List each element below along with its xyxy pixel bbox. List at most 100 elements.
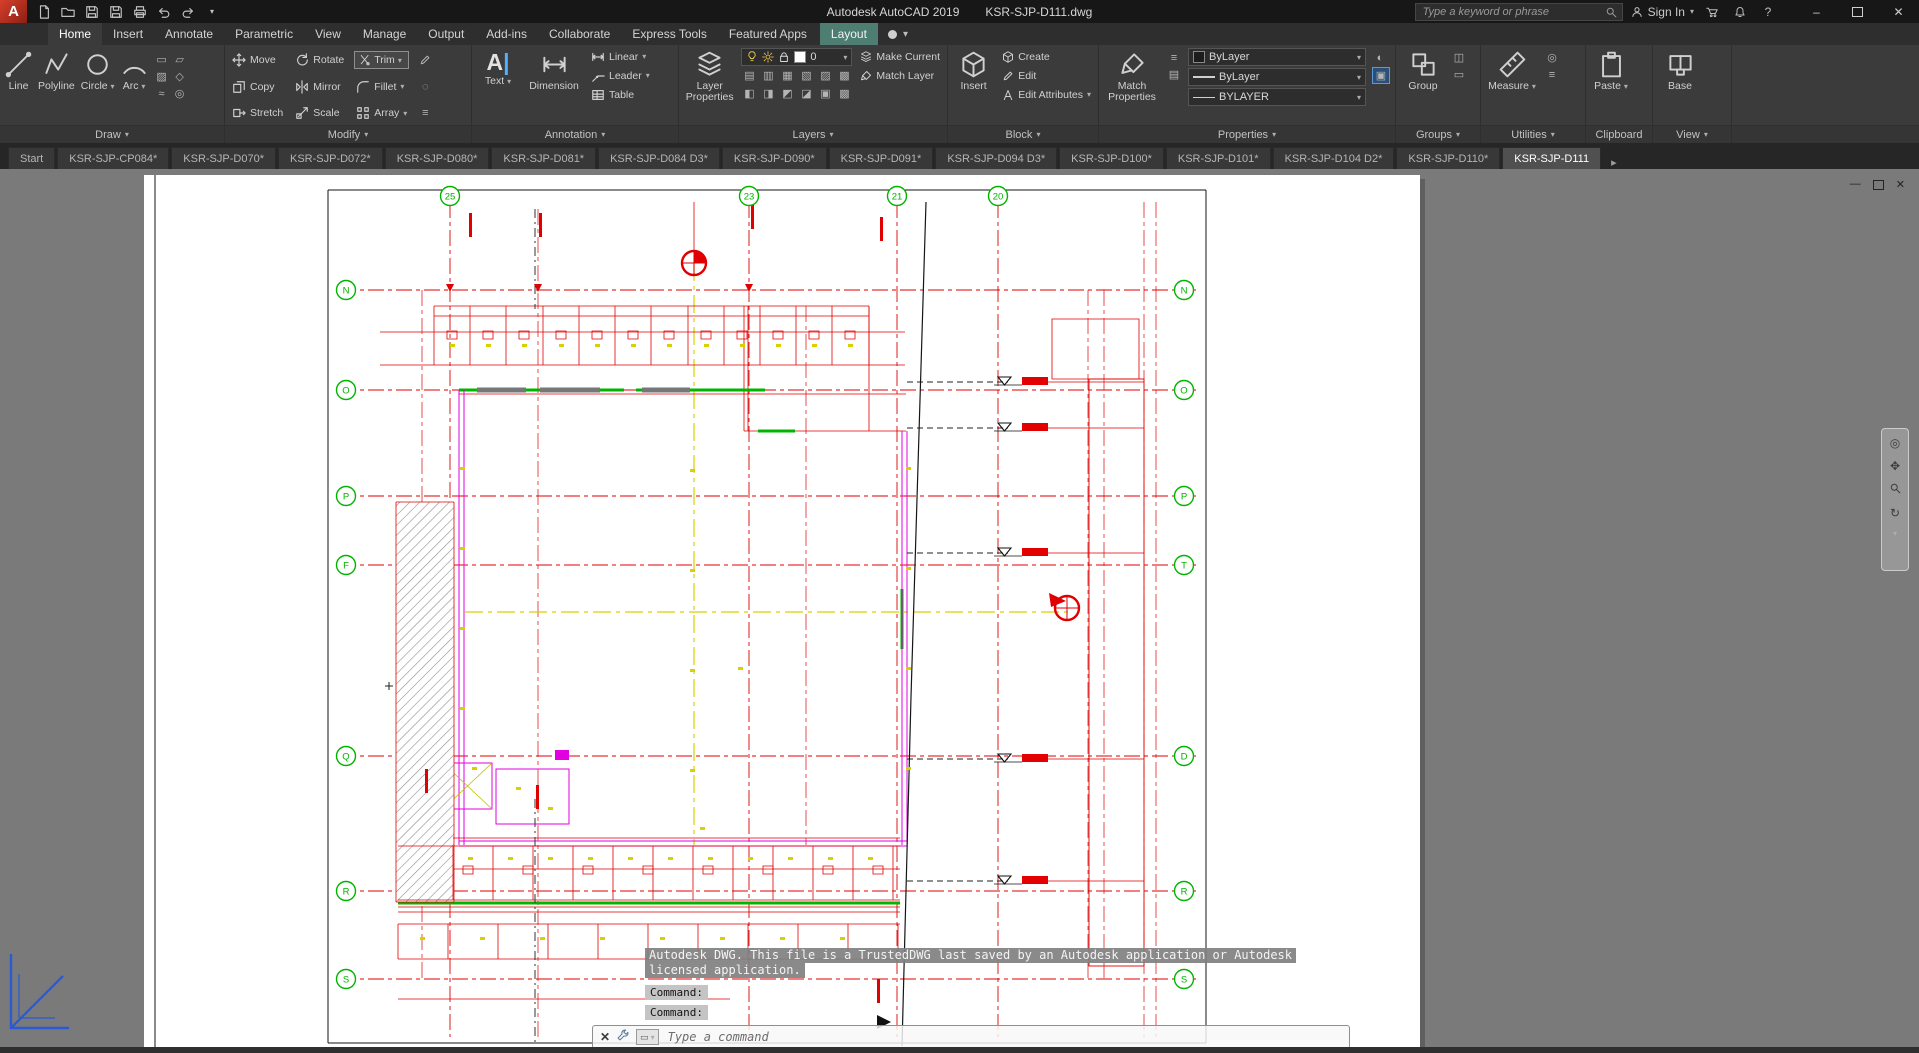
layer-walk-icon[interactable]: ▩ xyxy=(836,68,852,83)
signin-button[interactable]: Sign In ▾ xyxy=(1631,5,1694,19)
layer-thaw-tool-icon[interactable]: ◩ xyxy=(779,86,795,101)
rotate-button[interactable]: Rotate xyxy=(293,52,346,69)
steering-wheel-icon[interactable]: ◎ xyxy=(1890,436,1900,450)
properties-list-icon[interactable]: ≡ xyxy=(1166,50,1182,65)
ellipse-icon[interactable]: ▱ xyxy=(172,52,188,67)
lineweight-dropdown[interactable]: ByLayer▾ xyxy=(1188,68,1366,86)
file-tab[interactable]: KSR-SJP-D090* xyxy=(722,147,827,169)
draw-panel-label[interactable]: Draw▾ xyxy=(0,125,224,143)
layer-on-tool-icon[interactable]: ◧ xyxy=(741,86,757,101)
navigation-bar[interactable]: ◎ ✥ ↻ ▾ xyxy=(1881,428,1909,571)
file-tab-overflow-icon[interactable]: ▸ xyxy=(1607,156,1621,169)
group-edit-icon[interactable]: ▭ xyxy=(1451,67,1467,82)
layer-properties-button[interactable]: Layer Properties xyxy=(684,48,735,125)
signin-dropdown-icon[interactable]: ▾ xyxy=(1690,7,1694,16)
tab-annotate[interactable]: Annotate xyxy=(154,23,224,45)
match-layer-button[interactable]: Match Layer xyxy=(858,67,942,84)
stretch-button[interactable]: Stretch xyxy=(230,105,285,122)
command-line[interactable]: ✕ ▭▾ xyxy=(592,1025,1350,1049)
redo-icon[interactable] xyxy=(177,2,199,22)
open-file-icon[interactable] xyxy=(57,2,79,22)
command-input[interactable] xyxy=(666,1029,1342,1045)
minimize-button[interactable]: – xyxy=(1796,0,1837,23)
layer-unisolate-icon[interactable]: ◨ xyxy=(760,86,776,101)
trim-button[interactable]: Trim▾ xyxy=(354,51,409,69)
paste-button[interactable]: Paste ▾ xyxy=(1591,48,1631,125)
scale-button[interactable]: Scale xyxy=(293,105,346,122)
undo-icon[interactable] xyxy=(153,2,175,22)
tab-insert[interactable]: Insert xyxy=(102,23,154,45)
polyline-button[interactable]: Polyline xyxy=(38,48,75,125)
base-button[interactable]: Base xyxy=(1658,48,1702,125)
file-tab[interactable]: KSR-SJP-D080* xyxy=(385,147,490,169)
orbit-icon[interactable]: ↻ xyxy=(1890,506,1900,520)
notifications-icon[interactable] xyxy=(1730,6,1750,18)
layer-prev-icon[interactable]: ◪ xyxy=(798,86,814,101)
ribbon-options-icon[interactable] xyxy=(888,30,897,39)
ucs-icon[interactable] xyxy=(3,948,73,1039)
erase-icon[interactable] xyxy=(417,53,433,68)
pan-icon[interactable]: ✥ xyxy=(1890,459,1900,473)
file-tab[interactable]: KSR-SJP-D100* xyxy=(1059,147,1164,169)
line-button[interactable]: Line xyxy=(5,48,32,125)
insert-button[interactable]: Insert xyxy=(953,48,994,125)
tab-featured-apps[interactable]: Featured Apps xyxy=(718,23,818,45)
group-button[interactable]: Group xyxy=(1401,48,1445,125)
close-button[interactable]: ✕ xyxy=(1878,0,1919,23)
spline-icon[interactable]: ≈ xyxy=(154,86,170,101)
tab-collaborate[interactable]: Collaborate xyxy=(538,23,621,45)
drawing-close-icon[interactable]: ✕ xyxy=(1896,178,1905,191)
tab-parametric[interactable]: Parametric xyxy=(224,23,304,45)
file-tab[interactable]: KSR-SJP-D081* xyxy=(491,147,596,169)
selected-toggle-icon[interactable]: ▣ xyxy=(1372,67,1390,84)
qat-dropdown-icon[interactable]: ▾ xyxy=(201,2,223,22)
app-store-icon[interactable] xyxy=(1702,6,1722,18)
autocad-logo-icon[interactable]: A xyxy=(0,0,27,23)
file-tab[interactable]: KSR-SJP-D091* xyxy=(829,147,934,169)
ribbon-collapse-icon[interactable]: ▾ xyxy=(903,29,908,40)
file-tab[interactable]: KSR-SJP-D110* xyxy=(1396,147,1500,169)
file-tab[interactable]: KSR-SJP-D072* xyxy=(278,147,383,169)
point-icon[interactable]: ◎ xyxy=(172,86,188,101)
file-tab[interactable]: KSR-SJP-D101* xyxy=(1166,147,1271,169)
layer-freeze-icon[interactable]: ▦ xyxy=(779,68,795,83)
dimension-button[interactable]: Dimension xyxy=(525,48,583,125)
file-tab-start[interactable]: Start xyxy=(8,147,55,169)
tab-home[interactable]: Home xyxy=(48,23,102,45)
clipboard-panel-label[interactable]: Clipboard xyxy=(1586,125,1652,143)
utilities-panel-label[interactable]: Utilities▾ xyxy=(1481,125,1585,143)
layer-state-icon[interactable]: ▣ xyxy=(817,86,833,101)
view-panel-label[interactable]: View▾ xyxy=(1653,125,1731,143)
search-icon[interactable] xyxy=(1605,6,1617,18)
quick-select-icon[interactable]: ◎ xyxy=(1544,50,1560,65)
drawing-minimize-icon[interactable]: — xyxy=(1850,178,1861,191)
create-block-button[interactable]: Create xyxy=(1000,48,1093,65)
fillet-button[interactable]: Fillet▾ xyxy=(354,78,409,95)
file-tab-active[interactable]: KSR-SJP-D111 xyxy=(1502,147,1601,169)
layers-panel-label[interactable]: Layers▾ xyxy=(679,125,947,143)
tab-addins[interactable]: Add-ins xyxy=(475,23,538,45)
hatch-icon[interactable]: ▨ xyxy=(154,69,170,84)
id-point-icon[interactable]: ≡ xyxy=(1544,67,1560,82)
layer-unlock-icon[interactable]: ▨ xyxy=(817,68,833,83)
layer-off-icon[interactable]: ▤ xyxy=(741,68,757,83)
file-tab[interactable]: KSR-SJP-D070* xyxy=(171,147,276,169)
measure-button[interactable]: Measure ▾ xyxy=(1486,48,1538,125)
drawing-restore-icon[interactable] xyxy=(1873,180,1884,190)
tab-express-tools[interactable]: Express Tools xyxy=(621,23,717,45)
block-panel-label[interactable]: Block▾ xyxy=(948,125,1098,143)
plot-icon[interactable] xyxy=(129,2,151,22)
file-tab[interactable]: KSR-SJP-D084 D3* xyxy=(598,147,720,169)
save-as-icon[interactable] xyxy=(105,2,127,22)
tab-layout[interactable]: Layout xyxy=(820,23,878,45)
polygon-icon[interactable]: ◇ xyxy=(172,69,188,84)
layer-dropdown[interactable]: 0 ▾ xyxy=(741,48,852,66)
text-button[interactable]: A| Text ▾ xyxy=(477,48,519,125)
new-file-icon[interactable] xyxy=(33,2,55,22)
layer-isolate-icon[interactable]: ▥ xyxy=(760,68,776,83)
ungroup-icon[interactable]: ◫ xyxy=(1451,50,1467,65)
copy-button[interactable]: Copy xyxy=(230,78,285,95)
command-close-icon[interactable]: ✕ xyxy=(600,1030,610,1044)
layer-merge-icon[interactable]: ▩ xyxy=(836,86,852,101)
groups-panel-label[interactable]: Groups▾ xyxy=(1396,125,1480,143)
